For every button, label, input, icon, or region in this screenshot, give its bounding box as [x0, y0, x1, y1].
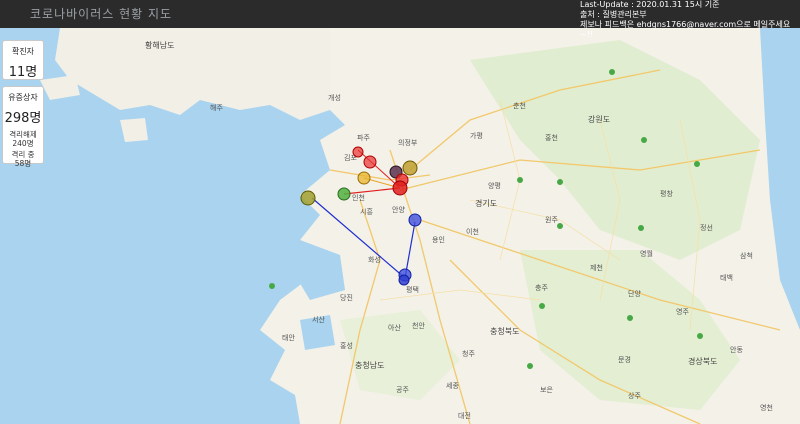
- label-sangju: 상주: [628, 391, 641, 400]
- label-yeongju: 영주: [676, 307, 689, 316]
- confirmed-panel: 확진자 11명: [2, 40, 44, 80]
- label-jecheon: 제천: [590, 263, 603, 272]
- label-samcheok: 삼척: [740, 251, 753, 260]
- label-daejeon: 대전: [458, 411, 471, 420]
- label-mungyeong: 문경: [618, 355, 631, 364]
- label-danyang: 단양: [628, 289, 641, 298]
- north-korea-landmass: [55, 28, 330, 120]
- label-dangjin: 당진: [340, 293, 353, 302]
- released-label: 격리해제: [9, 130, 37, 139]
- suspected-label: 유증상자: [8, 93, 38, 102]
- label-yongin: 용인: [432, 235, 445, 244]
- label-hongseong: 홍성: [340, 341, 353, 350]
- label-hongcheon: 홍천: [545, 133, 558, 142]
- case-marker-red[interactable]: [352, 146, 364, 158]
- suspected-value: 298명: [4, 111, 42, 126]
- label-pyeongchang: 평창: [660, 189, 673, 198]
- label-gyeongbuk: 경상북도: [688, 356, 717, 366]
- case-marker-yellow[interactable]: [357, 171, 371, 185]
- label-yeongwol: 영월: [640, 249, 653, 258]
- label-gapyeong: 가평: [470, 131, 483, 140]
- label-haeju: 해주: [210, 103, 223, 112]
- label-gyeonggi: 경기도: [475, 198, 497, 208]
- feedback-line: 제보나 피드백은 ehdgns1766@naver.com으로 메일주세요~!!: [580, 20, 791, 39]
- label-uijeongbu: 의정부: [398, 138, 418, 147]
- label-gaesong: 개성: [328, 93, 341, 102]
- label-taebaek: 태백: [720, 273, 733, 282]
- label-incheon: 인천: [352, 193, 365, 202]
- label-siheung: 시흥: [360, 207, 373, 216]
- label-taean: 태안: [282, 333, 295, 342]
- case-marker-blue[interactable]: [398, 274, 410, 286]
- case-marker-olive[interactable]: [402, 160, 418, 176]
- korea-map[interactable]: 황해남도 강원도 경기도 충청북도 충청남도 경상북도 김포 파주 의정부 인천…: [0, 0, 800, 424]
- label-wonju: 원주: [545, 215, 558, 224]
- label-pyeongtaek: 평택: [406, 285, 419, 294]
- suspected-panel: 유증상자 298명 격리해제 240명 격리 중 58명: [2, 86, 44, 168]
- island-west-1: [40, 75, 80, 100]
- label-boeun: 보은: [540, 386, 553, 394]
- confirmed-value: 11명: [8, 65, 38, 80]
- case-marker-red[interactable]: [363, 155, 377, 169]
- label-seosan: 서산: [312, 315, 325, 324]
- label-gangwon: 강원도: [588, 114, 610, 124]
- label-chungju: 충주: [535, 283, 548, 292]
- case-marker-blue[interactable]: [408, 213, 422, 227]
- case-marker-red[interactable]: [392, 180, 408, 196]
- label-yangpyeong: 양평: [488, 181, 501, 190]
- isolating-value: 58명: [14, 159, 32, 168]
- label-andong: 안동: [730, 345, 743, 354]
- label-icheon: 이천: [466, 227, 479, 236]
- label-chungbuk: 충청북도: [490, 327, 519, 336]
- page-title: 코로나바이러스 현황 지도: [30, 7, 173, 21]
- label-gongju: 공주: [396, 386, 409, 394]
- label-cheongju: 청주: [462, 350, 475, 358]
- label-hwanghae: 황해남도: [145, 40, 174, 50]
- update-line: Last-Update : 2020.01.31 15시 기준: [580, 0, 720, 9]
- label-chuncheon: 춘천: [513, 101, 526, 110]
- released-value: 240명: [12, 139, 34, 148]
- island-west-2: [120, 118, 148, 142]
- label-jeongseon: 정선: [700, 223, 713, 232]
- source-line: 출처 : 질병관리본부: [580, 10, 647, 19]
- confirmed-label: 확진자: [11, 47, 35, 56]
- label-paju: 파주: [357, 133, 370, 142]
- update-info: Last-Update : 2020.01.31 15시 기준 출처 : 질병관…: [580, 0, 800, 40]
- label-cheonan: 천안: [412, 321, 425, 330]
- label-sejong: 세종: [446, 381, 459, 390]
- case-marker-olive[interactable]: [300, 190, 316, 206]
- top-bar: 코로나바이러스 현황 지도 Last-Update : 2020.01.31 1…: [0, 0, 800, 39]
- label-asan: 아산: [388, 323, 401, 332]
- label-yeongcheon: 영천: [760, 403, 773, 412]
- case-marker-green[interactable]: [337, 187, 351, 201]
- isolating-label: 격리 중: [11, 150, 35, 159]
- label-chungnam: 충청남도: [355, 361, 384, 370]
- label-anyang: 안양: [392, 205, 405, 214]
